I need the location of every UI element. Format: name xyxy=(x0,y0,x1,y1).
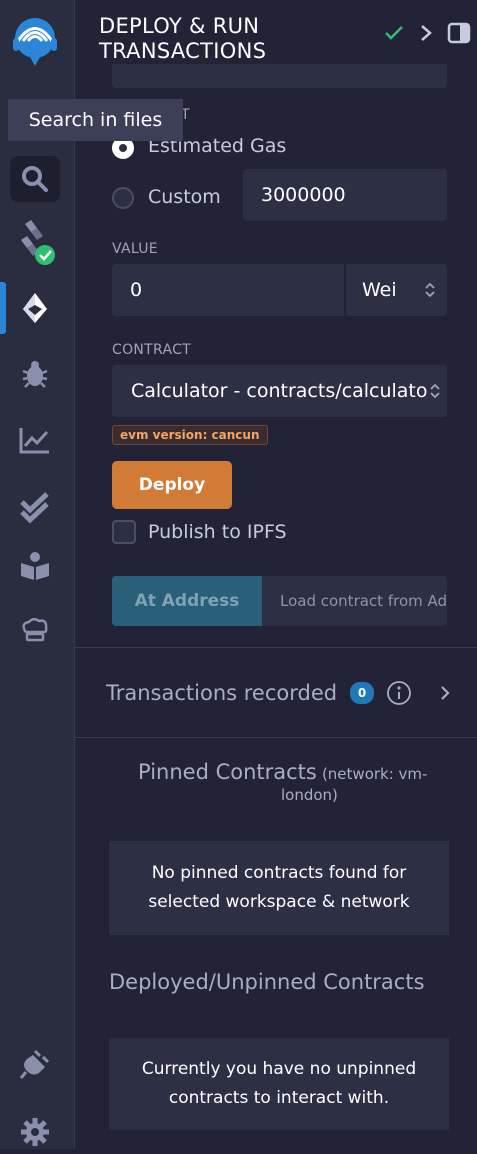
contract-label: CONTRACT xyxy=(112,342,192,358)
remix-logo-icon[interactable] xyxy=(8,12,62,66)
analytics-icon[interactable] xyxy=(13,418,57,462)
pinned-contracts-title: Pinned Contracts xyxy=(138,760,317,784)
chef-icon[interactable] xyxy=(13,608,57,652)
pinned-network-line1: (network: vm- xyxy=(321,765,428,783)
search-tooltip: Search in files xyxy=(8,99,183,141)
no-pinned-line2: selected workspace & network xyxy=(148,892,410,912)
at-address-button[interactable]: At Address xyxy=(112,576,262,626)
no-deployed-contracts-card: Currently you have no unpinned contracts… xyxy=(109,1038,449,1130)
search-icon[interactable] xyxy=(10,156,60,202)
panel-title: DEPLOY & RUN TRANSACTIONS xyxy=(99,14,266,64)
chevron-right-icon[interactable] xyxy=(439,684,451,702)
divider xyxy=(75,737,477,738)
check-icon xyxy=(385,26,403,40)
active-indicator xyxy=(0,282,6,334)
contract-select-arrows-icon xyxy=(429,383,441,399)
icon-rail xyxy=(0,0,75,1149)
toggle-panel-icon[interactable] xyxy=(447,22,471,44)
debugger-icon[interactable] xyxy=(13,352,57,396)
transactions-recorded-row[interactable]: Transactions recorded 0 xyxy=(106,676,451,710)
no-deployed-line1: Currently you have no unpinned xyxy=(141,1059,417,1079)
no-pinned-contracts-card: No pinned contracts found for selected w… xyxy=(109,841,449,935)
pinned-contracts-header: Pinned Contracts (network: vm- xyxy=(138,760,438,784)
learneth-icon[interactable] xyxy=(13,544,57,588)
plugin-manager-icon[interactable] xyxy=(13,1042,57,1086)
custom-gas-input[interactable]: 3000000 xyxy=(243,169,447,221)
deploy-button[interactable]: Deploy xyxy=(112,461,232,509)
transactions-recorded-label: Transactions recorded xyxy=(106,681,338,705)
panel-title-line1: DEPLOY & RUN xyxy=(99,14,260,38)
panel-header: DEPLOY & RUN TRANSACTIONS xyxy=(75,0,477,64)
solidity-compiler-icon[interactable] xyxy=(13,220,57,265)
load-contract-address-input[interactable]: Load contract from Ad xyxy=(262,576,447,626)
divider xyxy=(75,647,477,648)
no-pinned-line1: No pinned contracts found for xyxy=(151,863,407,883)
deployed-contracts-title: Deployed/Unpinned Contracts xyxy=(109,970,425,994)
value-input[interactable]: 0 xyxy=(112,264,344,316)
publish-ipfs-label: Publish to IPFS xyxy=(148,521,287,543)
contract-select[interactable]: Calculator - contracts/calculator xyxy=(112,365,447,417)
value-label: VALUE xyxy=(112,241,158,257)
custom-gas-label: Custom xyxy=(148,186,221,208)
evm-version-badge: evm version: cancun xyxy=(112,425,268,445)
contract-selected-value: Calculator - contracts/calculator xyxy=(131,380,436,402)
chevron-right-icon[interactable] xyxy=(419,23,433,43)
panel-title-line2: TRANSACTIONS xyxy=(99,39,267,63)
info-icon[interactable] xyxy=(386,680,412,706)
custom-gas-radio[interactable] xyxy=(112,187,134,209)
transactions-count-badge: 0 xyxy=(350,682,375,704)
unit-testing-icon[interactable] xyxy=(13,486,57,530)
value-unit-label: Wei xyxy=(362,279,397,301)
deploy-run-icon[interactable] xyxy=(13,286,57,330)
publish-ipfs-checkbox[interactable] xyxy=(112,520,136,544)
pinned-network-line2: london) xyxy=(281,786,338,804)
settings-icon[interactable] xyxy=(13,1110,57,1154)
unit-select-arrows-icon xyxy=(425,282,435,298)
value-unit-select[interactable]: Wei xyxy=(346,264,447,316)
no-deployed-line2: contracts to interact with. xyxy=(168,1088,390,1108)
